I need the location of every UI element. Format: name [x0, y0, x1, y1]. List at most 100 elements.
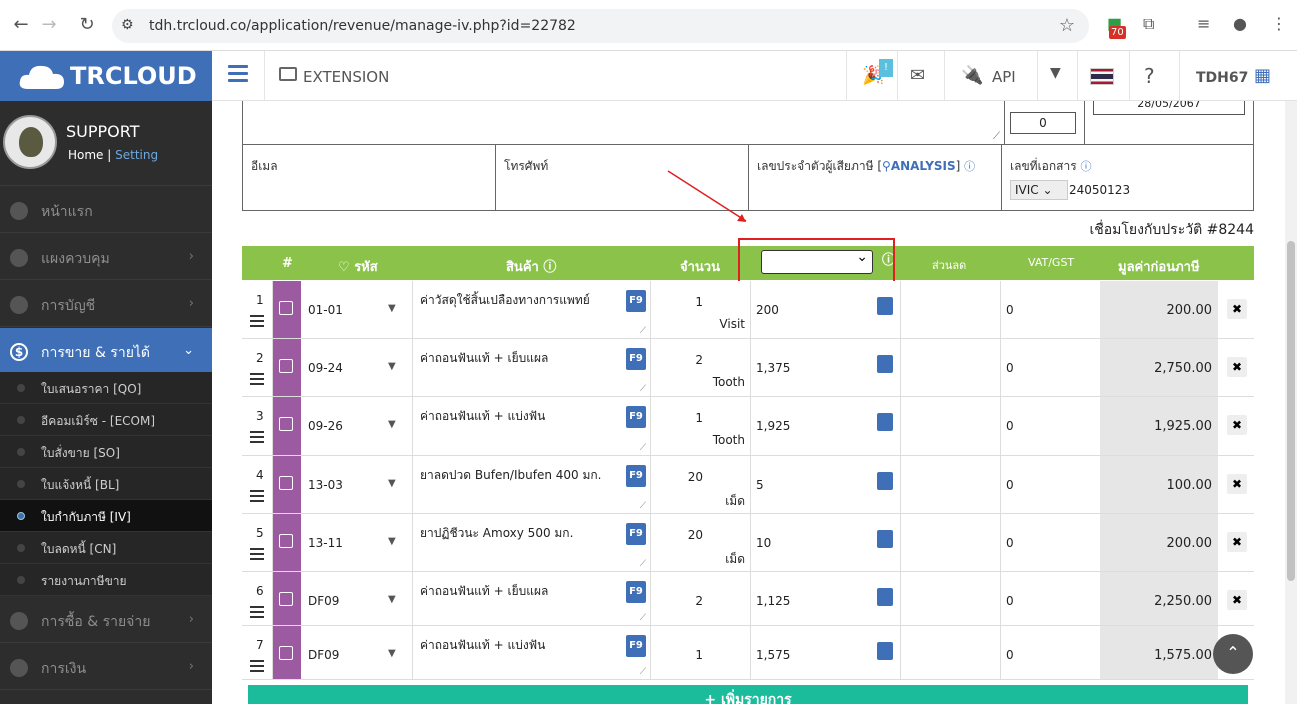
delete-row-button[interactable]: ✖	[1227, 590, 1247, 610]
product-textarea[interactable]: ค่าถอนฟันแท้ + เย็บแผล F9 ⟋	[413, 339, 651, 396]
brand-logo[interactable]: TRCLOUD	[0, 51, 212, 101]
qty-cell[interactable]: 1 Tooth	[651, 397, 751, 455]
price-input[interactable]: 1,125	[751, 572, 901, 625]
copy-row-button[interactable]	[273, 339, 301, 396]
delete-row-button[interactable]: ✖	[1227, 474, 1247, 494]
f9-button[interactable]: F9	[626, 348, 646, 370]
calculator-icon[interactable]	[877, 530, 893, 548]
avatar[interactable]	[3, 115, 57, 169]
submenu-credit-note[interactable]: ใบลดหนี้ [CN]	[0, 532, 212, 564]
sidebar-item-finance[interactable]: การเงิน ›	[0, 644, 212, 690]
page-scrollbar[interactable]	[1285, 101, 1297, 704]
product-textarea[interactable]: ค่าถอนฟันแท้ + เย็บแผล F9 ⟋	[413, 572, 651, 625]
analysis-link[interactable]: ⚲ANALYSIS	[882, 159, 956, 173]
f9-button[interactable]: F9	[626, 523, 646, 545]
qty-cell[interactable]: 20 เม็ด	[651, 514, 751, 571]
sidebar-item-accounting[interactable]: การบัญชี ›	[0, 281, 212, 327]
product-textarea[interactable]: ยาลดปวด Bufen/Ibufen 400 มก. F9 ⟋	[413, 456, 651, 513]
calculator-icon[interactable]	[877, 472, 893, 490]
url-text[interactable]: tdh.trcloud.co/application/revenue/manag…	[149, 18, 576, 34]
submenu-billing[interactable]: ใบแจ้งหนี้ [BL]	[0, 468, 212, 500]
code-select[interactable]: DF09 ▼	[301, 572, 413, 625]
qty-cell[interactable]: 2	[651, 572, 751, 625]
discount-input[interactable]	[901, 514, 1001, 571]
copy-row-button[interactable]	[273, 572, 301, 625]
qty-cell[interactable]: 1 Visit	[651, 281, 751, 338]
zero-input[interactable]: 0	[1010, 112, 1076, 134]
hamburger-menu-icon[interactable]	[228, 65, 248, 85]
sidebar-item-sales-revenue[interactable]: $ การขาย & รายได้ ⌄	[0, 328, 212, 374]
price-input[interactable]: 1,375	[751, 339, 901, 396]
qty-cell[interactable]: 1	[651, 626, 751, 679]
announcement-button[interactable]: 🎉 !	[846, 51, 897, 101]
product-textarea[interactable]: ค่าถอนฟันแท้ + แบ่งฟัน F9 ⟋	[413, 626, 651, 679]
sidebar-item-home[interactable]: หน้าแรก	[0, 187, 212, 233]
product-textarea[interactable]: ค่าถอนฟันแท้ + แบ่งฟัน F9 ⟋	[413, 397, 651, 455]
calculator-icon[interactable]	[877, 297, 893, 315]
setting-link[interactable]: Setting	[115, 148, 158, 162]
code-select[interactable]: 01-01 ▼	[301, 281, 413, 338]
discount-input[interactable]	[901, 339, 1001, 396]
discount-input[interactable]	[901, 281, 1001, 338]
help-button[interactable]: ?	[1129, 51, 1179, 101]
extension-button[interactable]: EXTENSION	[264, 51, 401, 101]
price-input[interactable]: 10	[751, 514, 901, 571]
copy-row-button[interactable]	[273, 281, 301, 338]
email-cell[interactable]: อีเมล	[243, 145, 496, 210]
dropdown-button[interactable]: ▼	[1037, 51, 1077, 101]
forward-icon[interactable]: →	[38, 14, 60, 36]
product-textarea[interactable]: ค่าวัสดุใช้สิ้นเปลืองทางการแพทย์ F9 ⟋	[413, 281, 651, 338]
vat-cell[interactable]: 0	[1001, 572, 1101, 625]
vat-cell[interactable]: 0	[1001, 281, 1101, 338]
price-input[interactable]: 5	[751, 456, 901, 513]
qty-cell[interactable]: 2 Tooth	[651, 339, 751, 396]
product-textarea[interactable]: ยาปฏิชีวนะ Amoxy 500 มก. F9 ⟋	[413, 514, 651, 571]
price-input[interactable]: 1,925	[751, 397, 901, 455]
discount-input[interactable]	[901, 456, 1001, 513]
vat-cell[interactable]: 0	[1001, 456, 1101, 513]
address-bar[interactable]: ⚙ tdh.trcloud.co/application/revenue/man…	[112, 9, 1089, 43]
delete-row-button[interactable]: ✖	[1227, 299, 1247, 319]
delete-row-button[interactable]: ✖	[1227, 532, 1247, 552]
submenu-tax-invoice[interactable]: ใบกำกับภาษี [IV]	[0, 500, 212, 532]
puzzle-icon[interactable]: ⧉	[1143, 14, 1154, 34]
vat-cell[interactable]: 0	[1001, 397, 1101, 455]
f9-button[interactable]: F9	[626, 290, 646, 312]
scroll-top-button[interactable]: ⌃	[1213, 634, 1253, 674]
thai-flag-icon[interactable]	[1090, 68, 1114, 85]
doc-prefix-select[interactable]: IVIC ⌄	[1010, 180, 1068, 200]
submenu-quotation[interactable]: ใบเสนอราคา [QO]	[0, 372, 212, 404]
reload-icon[interactable]: ↻	[76, 14, 98, 36]
kebab-menu-icon[interactable]: ⋮	[1271, 14, 1287, 33]
discount-input[interactable]	[901, 626, 1001, 679]
address-textarea[interactable]: ⟋	[243, 101, 1005, 144]
discount-input[interactable]	[901, 397, 1001, 455]
taxid-cell[interactable]: เลขประจำตัวผู้เสียภาษี [⚲ANALYSIS] ⓘ	[749, 145, 1002, 210]
back-icon[interactable]: ←	[10, 14, 32, 36]
calculator-icon[interactable]	[877, 355, 893, 373]
add-item-button[interactable]: + เพิ่มรายการ	[248, 685, 1248, 704]
profile-avatar-icon[interactable]: ●	[1233, 14, 1247, 33]
copy-row-button[interactable]	[273, 456, 301, 513]
delete-row-button[interactable]: ✖	[1227, 415, 1247, 435]
qty-cell[interactable]: 20 เม็ด	[651, 456, 751, 513]
media-icon[interactable]: ≡	[1197, 14, 1210, 33]
copy-row-button[interactable]	[273, 514, 301, 571]
mail-button[interactable]: ✉	[897, 51, 944, 101]
linked-history[interactable]: เชื่อมโยงกับประวัติ #8244	[1089, 219, 1254, 241]
f9-button[interactable]: F9	[626, 465, 646, 487]
price-input[interactable]: 200	[751, 281, 901, 338]
date-input[interactable]: 28/05/2067	[1093, 101, 1245, 115]
code-select[interactable]: 13-11 ▼	[301, 514, 413, 571]
calculator-icon[interactable]	[877, 413, 893, 431]
code-select[interactable]: 13-03 ▼	[301, 456, 413, 513]
api-button[interactable]: 🔌 API	[944, 51, 1037, 101]
code-select[interactable]: 09-26 ▼	[301, 397, 413, 455]
price-input[interactable]: 1,575	[751, 626, 901, 679]
bookmark-star-icon[interactable]: ☆	[1059, 15, 1075, 36]
calculator-icon[interactable]	[877, 588, 893, 606]
f9-button[interactable]: F9	[626, 635, 646, 657]
f9-button[interactable]: F9	[626, 406, 646, 428]
calculator-icon[interactable]	[877, 642, 893, 660]
site-settings-icon[interactable]: ⚙	[121, 17, 134, 33]
